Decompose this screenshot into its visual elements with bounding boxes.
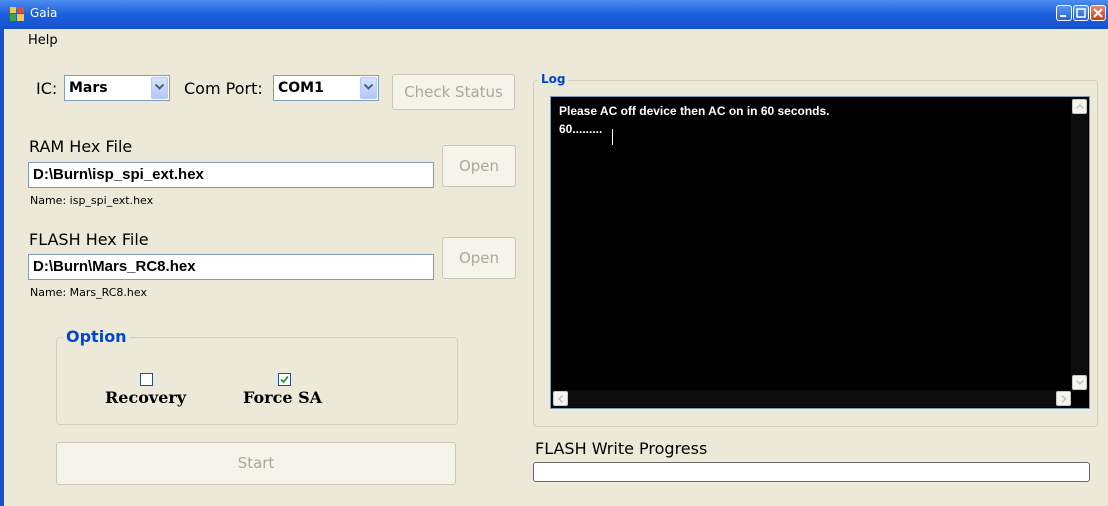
log-group-title: Log <box>538 72 569 86</box>
maximize-button[interactable] <box>1073 5 1089 21</box>
menu-bar: Help <box>4 29 1108 53</box>
flash-progress-bar <box>533 462 1090 482</box>
dropdown-arrow-icon <box>155 84 164 90</box>
main-window: Gaia Help IC: Mars Com Port: COM1 Check … <box>0 0 1108 506</box>
scrollbar-corner <box>1071 390 1088 407</box>
menu-help[interactable]: Help <box>28 33 58 48</box>
flash-file-name: Name: Mars_RC8.hex <box>30 286 147 299</box>
scroll-down-button[interactable] <box>1072 375 1087 390</box>
ic-value: Mars <box>69 80 108 96</box>
ic-select[interactable]: Mars <box>64 75 170 101</box>
start-label: Start <box>237 454 275 472</box>
scroll-right-button[interactable] <box>1056 391 1071 406</box>
flash-hex-label: FLASH Hex File <box>29 230 149 249</box>
scroll-down-icon <box>1076 380 1084 385</box>
flash-open-label: Open <box>458 249 500 267</box>
checkmark-icon <box>280 375 289 384</box>
force-sa-checkbox[interactable] <box>278 373 291 386</box>
window-left-border <box>0 29 4 506</box>
text-caret <box>612 129 613 145</box>
maximize-icon <box>1076 8 1086 18</box>
log-line: Please AC off device then AC on in 60 se… <box>559 104 830 118</box>
window-title: Gaia <box>30 6 58 20</box>
com-port-dropdown-button[interactable] <box>360 77 377 99</box>
scroll-up-button[interactable] <box>1072 99 1087 114</box>
scroll-left-button[interactable] <box>553 391 568 406</box>
close-button[interactable] <box>1090 5 1106 21</box>
ram-file-name: Name: isp_spi_ext.hex <box>30 194 154 207</box>
dropdown-arrow-icon <box>364 84 373 90</box>
title-bar: Gaia <box>0 0 1108 29</box>
ram-open-label: Open <box>458 157 500 175</box>
option-group <box>56 337 458 425</box>
log-vertical-scrollbar[interactable] <box>1071 98 1088 391</box>
close-icon <box>1093 8 1103 18</box>
ic-label: IC: <box>36 79 58 98</box>
ram-open-button[interactable]: Open <box>442 145 516 187</box>
check-status-button[interactable]: Check Status <box>392 74 515 110</box>
com-port-label: Com Port: <box>184 79 263 98</box>
recovery-checkbox[interactable] <box>140 373 153 386</box>
com-port-select[interactable]: COM1 <box>273 75 379 101</box>
scroll-left-icon <box>558 395 564 403</box>
ram-hex-label: RAM Hex File <box>29 137 133 156</box>
flash-open-button[interactable]: Open <box>442 237 516 279</box>
minimize-icon <box>1060 15 1066 17</box>
app-icon <box>10 7 24 21</box>
log-line: 60......... <box>559 122 603 136</box>
scroll-up-icon <box>1076 104 1084 109</box>
force-sa-label: Force SA <box>243 388 323 407</box>
minimize-button[interactable] <box>1056 5 1072 21</box>
recovery-label: Recovery <box>105 388 187 407</box>
ram-hex-path-input[interactable]: D:\Burn\isp_spi_ext.hex <box>28 162 434 188</box>
flash-hex-path-input[interactable]: D:\Burn\Mars_RC8.hex <box>28 254 434 280</box>
start-button[interactable]: Start <box>56 442 456 485</box>
com-port-value: COM1 <box>278 80 324 96</box>
log-horizontal-scrollbar[interactable] <box>552 390 1072 407</box>
ic-dropdown-button[interactable] <box>151 77 168 99</box>
flash-progress-label: FLASH Write Progress <box>535 439 708 458</box>
option-group-title: Option <box>63 327 130 346</box>
log-textarea[interactable]: Please AC off device then AC on in 60 se… <box>550 96 1090 409</box>
scroll-right-icon <box>1061 395 1067 403</box>
check-status-label: Check Status <box>404 83 503 101</box>
